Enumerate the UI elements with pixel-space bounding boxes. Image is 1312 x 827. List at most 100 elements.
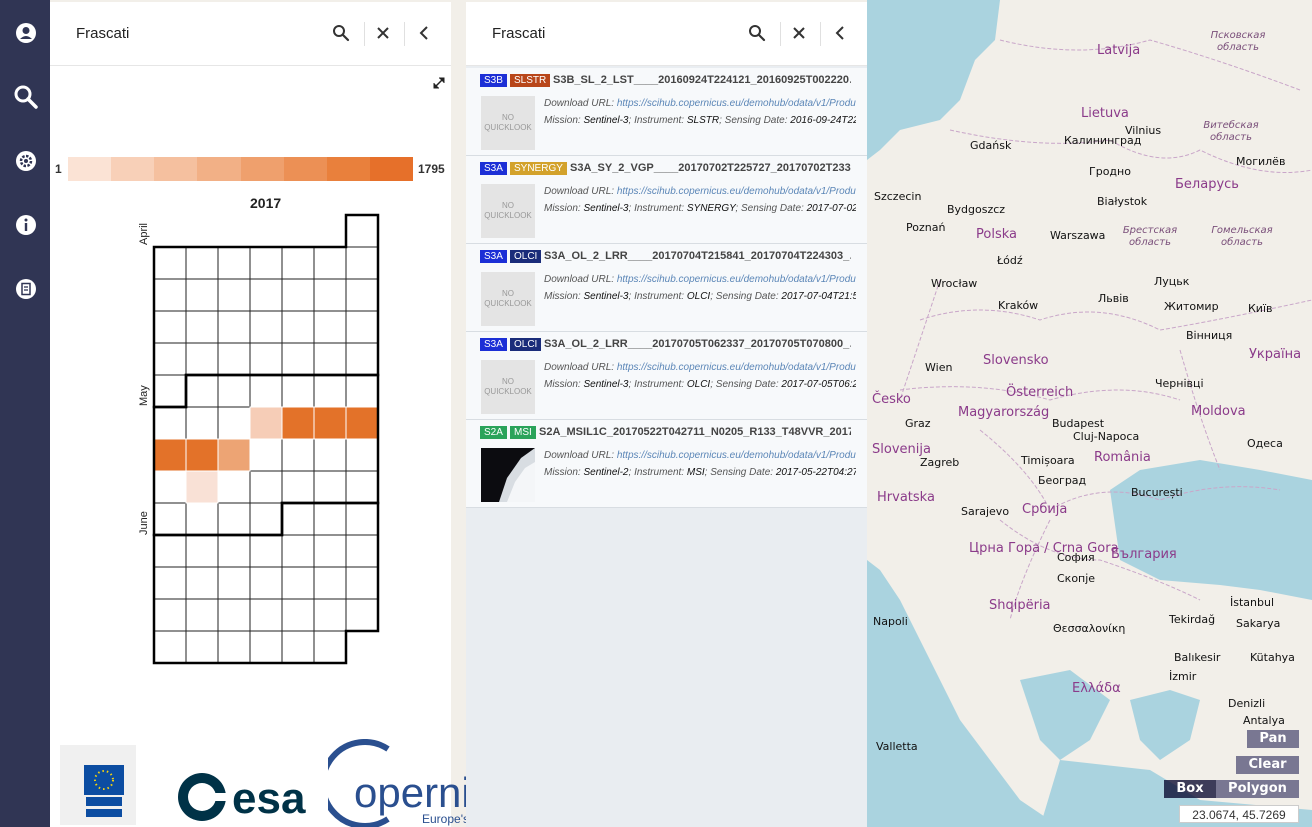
calendar-day-cell[interactable] [345,566,379,600]
list-icon[interactable] [13,276,39,302]
calendar-day-cell[interactable] [217,310,251,344]
result-title[interactable]: S3A_OL_2_LRR____20170705T062337_20170705… [544,338,851,350]
calendar-day-cell[interactable] [153,502,187,536]
calendar-day-cell[interactable] [313,566,347,600]
calendar-day-cell[interactable] [217,374,251,408]
quicklook-thumbnail[interactable]: NO QUICKLOOK [481,96,535,150]
calendar-day-cell[interactable] [185,246,219,280]
calendar-day-filled[interactable] [249,406,283,440]
polygon-button[interactable]: Polygon [1216,780,1299,798]
calendar-day-cell[interactable] [249,438,283,472]
close-icon[interactable] [788,22,810,44]
calendar-day-cell[interactable] [281,470,315,504]
calendar-day-cell[interactable] [153,566,187,600]
calendar-day-cell[interactable] [249,566,283,600]
calendar-day-cell[interactable] [185,598,219,632]
download-link[interactable]: https://scihub.copernicus.eu/demohub/oda… [617,186,856,197]
calendar-day-cell[interactable] [281,246,315,280]
result-item[interactable]: S3A SYNERGY S3A_SY_2_VGP____20170702T22572… [466,156,867,244]
calendar-day-cell[interactable] [281,598,315,632]
quicklook-thumbnail[interactable]: NO QUICKLOOK [481,272,535,326]
quicklook-thumbnail[interactable]: NO QUICKLOOK [481,184,535,238]
calendar-day-cell[interactable] [281,342,315,376]
calendar-day-cell[interactable] [345,374,379,408]
calendar-day-cell[interactable] [313,278,347,312]
quicklook-thumbnail[interactable] [481,448,535,502]
calendar-day-cell[interactable] [313,374,347,408]
calendar-day-cell[interactable] [345,278,379,312]
calendar-day-cell[interactable] [313,310,347,344]
calendar-day-cell[interactable] [217,470,251,504]
calendar-day-cell[interactable] [345,246,379,280]
calendar-day-cell[interactable] [313,534,347,568]
calendar-day-cell[interactable] [217,502,251,536]
calendar-day-filled[interactable] [217,438,251,472]
settings-icon[interactable] [13,148,39,174]
calendar-day-cell[interactable] [217,246,251,280]
calendar-day-cell[interactable] [345,502,379,536]
calendar-day-cell[interactable] [281,630,315,664]
calendar-day-cell[interactable] [249,630,283,664]
calendar-day-cell[interactable] [249,246,283,280]
calendar-day-cell[interactable] [249,598,283,632]
search-icon[interactable] [330,22,352,44]
calendar-day-cell[interactable] [185,342,219,376]
calendar-day-cell[interactable] [313,438,347,472]
info-icon[interactable] [13,212,39,238]
calendar-day-cell[interactable] [217,534,251,568]
box-button[interactable]: Box [1164,780,1216,798]
calendar-day-cell[interactable] [313,342,347,376]
calendar-day-cell[interactable] [281,566,315,600]
calendar-day-cell[interactable] [185,310,219,344]
expand-icon[interactable] [432,76,446,95]
calendar-day-cell[interactable] [345,214,379,248]
result-item[interactable]: S3B SLSTR S3B_SL_2_LST____20160924T224121_… [466,68,867,156]
calendar-day-cell[interactable] [249,278,283,312]
calendar-day-cell[interactable] [345,470,379,504]
calendar-day-cell[interactable] [281,374,315,408]
calendar-day-cell[interactable] [153,310,187,344]
result-title[interactable]: S3A_OL_2_LRR____20170704T215841_20170704… [544,250,851,262]
result-item[interactable]: S3A OLCI S3A_OL_2_LRR____20170705T062337_2… [466,332,867,420]
calendar-day-filled[interactable] [345,406,379,440]
calendar-day-cell[interactable] [185,566,219,600]
calendar-day-cell[interactable] [313,630,347,664]
calendar-day-cell[interactable] [217,566,251,600]
calendar-day-cell[interactable] [249,310,283,344]
calendar-day-cell[interactable] [185,278,219,312]
calendar-day-cell[interactable] [249,470,283,504]
calendar-day-cell[interactable] [249,374,283,408]
calendar-day-cell[interactable] [249,534,283,568]
clear-button[interactable]: Clear [1236,756,1299,774]
calendar-day-cell[interactable] [281,502,315,536]
calendar-day-filled[interactable] [185,438,219,472]
calendar-day-cell[interactable] [345,598,379,632]
result-title[interactable]: S2A_MSIL1C_20170522T042711_N0205_R133_T4… [539,426,851,438]
calendar-day-cell[interactable] [313,470,347,504]
search-input[interactable]: Frascati [492,25,545,42]
calendar-day-cell[interactable] [153,374,187,408]
result-title[interactable]: S3B_SL_2_LST____20160924T224121_20160925… [553,74,851,86]
search-icon[interactable] [13,84,39,110]
calendar-heatmap[interactable] [140,207,400,677]
calendar-day-cell[interactable] [281,310,315,344]
calendar-day-cell[interactable] [345,534,379,568]
result-item[interactable]: S3A OLCI S3A_OL_2_LRR____20170704T215841_2… [466,244,867,332]
calendar-day-cell[interactable] [153,470,187,504]
calendar-day-cell[interactable] [185,534,219,568]
calendar-day-filled[interactable] [313,406,347,440]
calendar-day-cell[interactable] [313,246,347,280]
calendar-day-cell[interactable] [217,278,251,312]
calendar-day-cell[interactable] [281,534,315,568]
calendar-day-cell[interactable] [153,534,187,568]
calendar-day-cell[interactable] [217,406,251,440]
calendar-day-cell[interactable] [313,502,347,536]
calendar-day-cell[interactable] [185,406,219,440]
pan-button[interactable]: Pan [1247,730,1299,748]
calendar-day-cell[interactable] [345,438,379,472]
calendar-day-cell[interactable] [153,630,187,664]
calendar-day-cell[interactable] [313,598,347,632]
calendar-day-cell[interactable] [153,406,187,440]
calendar-day-filled[interactable] [185,470,219,504]
result-item[interactable]: S2A MSI S2A_MSIL1C_20170522T042711_N0205_R… [466,420,867,508]
